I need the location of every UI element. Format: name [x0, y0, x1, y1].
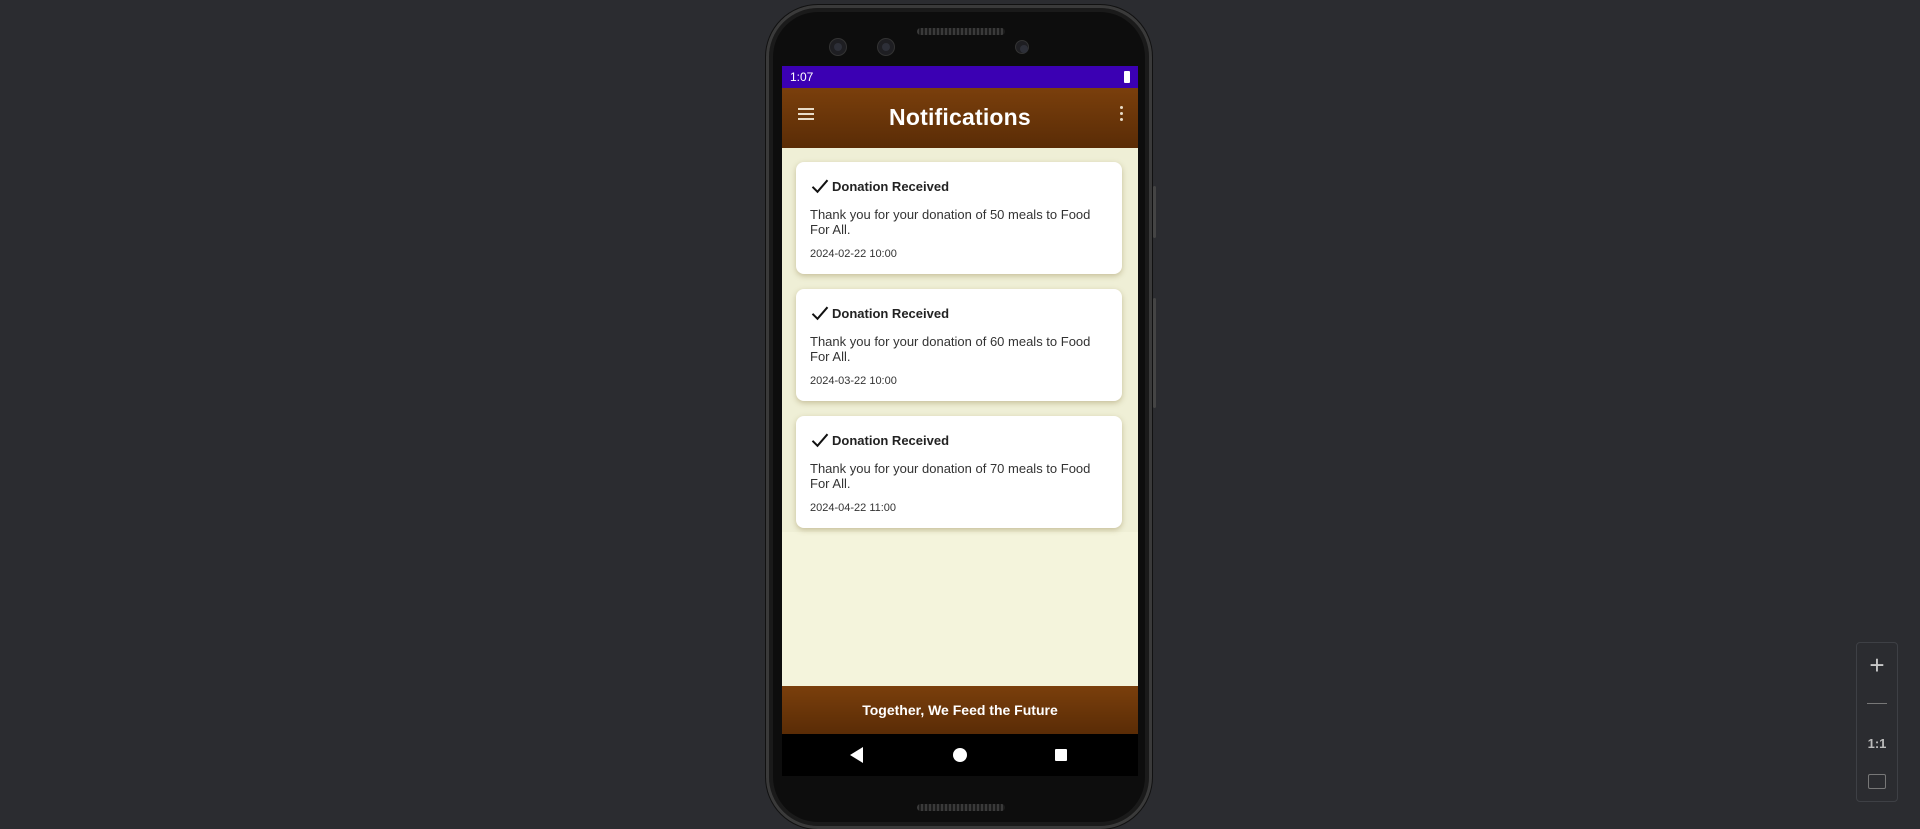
more-vert-icon[interactable]: [1118, 106, 1124, 126]
notification-date: 2024-03-22 10:00: [810, 375, 897, 387]
system-nav-bar: [782, 734, 1138, 776]
back-triangle-icon[interactable]: [850, 747, 863, 763]
notification-message: Thank you for your donation of 70 meals …: [810, 461, 1091, 491]
proximity-sensor-icon: [1015, 40, 1029, 54]
bottom-speaker: [917, 804, 1005, 811]
home-circle-icon[interactable]: [953, 748, 967, 762]
battery-icon: [1124, 71, 1130, 83]
page-title: Notifications: [889, 104, 1031, 130]
notification-date: 2024-02-22 10:00: [810, 248, 897, 260]
front-sensor-icon: [877, 38, 895, 56]
volume-button: [1153, 186, 1156, 238]
device-screen: 1:07 Notifications Donation Received Tha…: [782, 66, 1138, 776]
check-icon: [811, 433, 829, 448]
notification-title: Donation Received: [832, 305, 950, 321]
notification-title: Donation Received: [832, 432, 950, 448]
notification-list[interactable]: Donation Received Thank you for your don…: [782, 148, 1138, 532]
app-bar: Notifications: [782, 88, 1138, 148]
zoom-out-button[interactable]: [1857, 685, 1897, 721]
notification-card[interactable]: Donation Received Thank you for your don…: [796, 289, 1122, 401]
actual-size-button[interactable]: 1:1: [1857, 725, 1897, 761]
check-icon: [811, 306, 829, 321]
power-button: [1153, 298, 1156, 408]
notification-card[interactable]: Donation Received Thank you for your don…: [796, 162, 1122, 274]
zoom-toolbar: + 1:1: [1856, 642, 1898, 802]
front-camera-icon: [829, 38, 847, 56]
fit-screen-icon[interactable]: [1857, 763, 1897, 799]
notification-message: Thank you for your donation of 50 meals …: [810, 207, 1091, 237]
check-icon: [811, 179, 829, 194]
status-time: 1:07: [790, 70, 814, 84]
notification-date: 2024-04-22 11:00: [810, 502, 897, 514]
earpiece-speaker: [917, 28, 1005, 35]
footer-text: Together, We Feed the Future: [862, 702, 1058, 718]
recents-square-icon[interactable]: [1055, 749, 1067, 761]
footer-banner: Together, We Feed the Future: [782, 686, 1138, 734]
notification-message: Thank you for your donation of 60 meals …: [810, 334, 1091, 364]
status-bar: 1:07: [782, 66, 1138, 88]
notification-card[interactable]: Donation Received Thank you for your don…: [796, 416, 1122, 528]
notification-title: Donation Received: [832, 178, 950, 194]
zoom-in-button[interactable]: +: [1857, 647, 1897, 683]
